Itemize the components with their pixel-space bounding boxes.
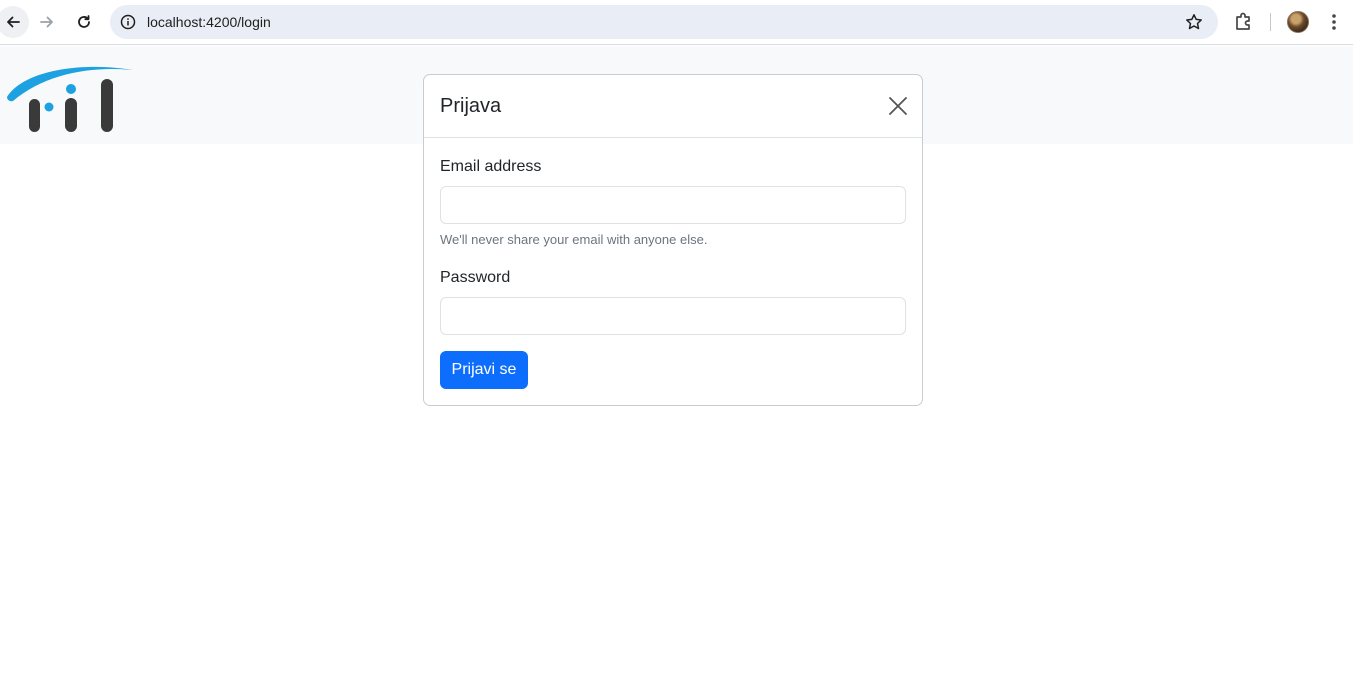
arrow-right-icon: [40, 16, 53, 28]
arrow-left-icon: [7, 16, 20, 28]
url-text[interactable]: localhost:4200/login: [147, 14, 271, 30]
forward-button[interactable]: [31, 6, 63, 38]
profile-avatar[interactable]: [1287, 11, 1309, 33]
close-button[interactable]: [886, 94, 910, 118]
reload-icon: [78, 15, 90, 28]
browser-toolbar: localhost:4200/login: [0, 0, 1353, 45]
close-icon: [889, 97, 907, 115]
reload-button[interactable]: [68, 6, 100, 38]
extensions-button[interactable]: [1232, 10, 1256, 34]
site-logo[interactable]: [5, 64, 137, 132]
address-bar[interactable]: localhost:4200/login: [110, 5, 1218, 39]
browser-menu-button[interactable]: [1324, 10, 1344, 34]
star-icon[interactable]: [1184, 12, 1204, 32]
modal-title: Prijava: [440, 95, 502, 117]
puzzle-icon: [1236, 12, 1250, 30]
email-label: Email address: [440, 158, 542, 175]
email-field[interactable]: [440, 186, 906, 224]
modal-header: Prijava: [424, 75, 922, 138]
more-vertical-icon: [1332, 14, 1336, 30]
info-icon[interactable]: [119, 13, 137, 31]
password-label: Password: [440, 269, 511, 286]
email-help-text: We'll never share your email with anyone…: [440, 232, 708, 247]
login-submit-button[interactable]: Prijavi se: [440, 351, 528, 389]
back-button[interactable]: [0, 6, 29, 38]
login-modal: Prijava Email address We'll never share …: [423, 74, 923, 406]
password-field[interactable]: [440, 297, 906, 335]
toolbar-separator: [1270, 13, 1271, 31]
